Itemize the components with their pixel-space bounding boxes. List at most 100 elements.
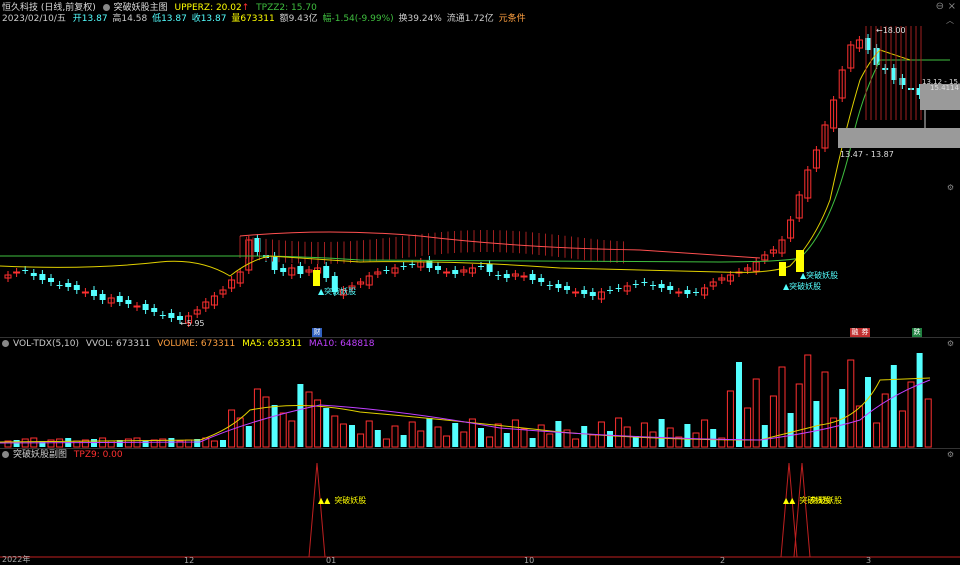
signal-spike [780, 462, 798, 558]
candle-body [564, 286, 570, 290]
volume-bar [736, 362, 742, 447]
volume-bar [279, 412, 287, 448]
volume-bar [13, 440, 20, 447]
candle-body [658, 284, 665, 288]
volume-bar [581, 426, 588, 447]
volume-bar [744, 407, 752, 448]
candle-body [65, 283, 72, 287]
volume-bar [537, 424, 545, 448]
volume-bar [752, 378, 760, 448]
volume-bar [907, 381, 915, 448]
volume-bar [916, 353, 923, 447]
volume-bar [271, 405, 278, 447]
candle-body [555, 284, 562, 288]
volume-bar [288, 420, 296, 448]
signal-block [313, 270, 320, 286]
ma-green-line [0, 59, 950, 263]
volume-bar [365, 420, 373, 448]
signal-label: ▲突破妖股 [783, 282, 822, 291]
volume-bar [615, 417, 623, 448]
volume-bar [400, 435, 407, 447]
candle-body [133, 305, 141, 308]
volume-bar [649, 431, 657, 448]
volume-bar [847, 359, 855, 448]
x-axis-label: 3 [866, 556, 872, 565]
volume-bar [701, 419, 709, 448]
candle-body [142, 304, 149, 310]
volume-bar [726, 390, 734, 448]
volume-bar [478, 428, 484, 447]
candle-body [607, 290, 613, 291]
volume-bar [443, 435, 451, 448]
volume-bar [658, 419, 665, 447]
sub-signal-label: ▲▲ 突破妖股 [318, 496, 367, 505]
volume-bar [529, 438, 536, 447]
low-price-label: ←5.95 [180, 319, 205, 328]
volume-bar [589, 434, 597, 448]
candle-body [151, 308, 158, 312]
candle-body [409, 264, 416, 265]
candle-body [400, 266, 407, 267]
volume-bar [769, 395, 777, 448]
candle-body [13, 271, 21, 274]
volume-bar [813, 401, 820, 447]
range-bottom-label: 13.47 - 13.87 [840, 150, 894, 159]
candle-body [73, 285, 80, 290]
volume-bar [640, 422, 648, 448]
volume-bar [150, 439, 158, 448]
volume-bar [236, 417, 244, 448]
candle-body [323, 266, 330, 278]
volume-bar [555, 421, 562, 447]
candle-body [383, 270, 390, 271]
candle-body [56, 285, 63, 286]
sub-signal-label: 突破妖股 [810, 496, 842, 505]
volume-bar [692, 432, 700, 448]
candle-body [632, 284, 639, 285]
candle-body [495, 275, 502, 276]
volume-bar [761, 425, 768, 447]
volume-bar [357, 433, 365, 448]
volume-bar [452, 423, 459, 447]
candle-body [159, 315, 166, 316]
volume-bar [339, 423, 347, 448]
candle-body [435, 266, 441, 270]
candle-body [641, 282, 648, 283]
range-top-tag: 14 [950, 84, 959, 92]
x-axis-label: 10 [524, 556, 535, 565]
candle-body [91, 290, 97, 296]
volume-bar [572, 438, 580, 448]
volume-bar [426, 418, 433, 447]
candle-body [572, 291, 580, 294]
margin-badge[interactable]: 融 [850, 328, 860, 337]
volume-bar [607, 431, 613, 447]
signal-spike [793, 462, 811, 558]
candle-body [30, 273, 37, 276]
candle-body [443, 271, 451, 274]
volume-bar [511, 419, 519, 448]
limit-down-badge[interactable]: 跌 [912, 328, 922, 337]
candle-body [529, 274, 536, 280]
volume-bar [684, 424, 691, 447]
candle-body [546, 285, 553, 286]
candle-body [675, 291, 683, 294]
x-axis-label: 2 [720, 556, 726, 565]
candle-body [615, 288, 622, 289]
candle-body [426, 260, 433, 268]
margin-badge[interactable]: 券 [860, 328, 870, 337]
range-box [838, 128, 960, 148]
candle-body [81, 291, 89, 294]
signal-label: ▲突破妖股 [318, 287, 357, 296]
volume-bar [210, 440, 218, 448]
volume-bar [245, 426, 252, 447]
volume-bar [107, 440, 115, 448]
candle-body [99, 294, 106, 300]
signal-block [796, 250, 804, 272]
candle-body [168, 313, 175, 318]
volume-bar [349, 425, 355, 447]
finance-badge[interactable]: 财 [312, 328, 322, 337]
candle-body [589, 292, 596, 296]
volume-bar [391, 425, 399, 448]
candle-body [125, 300, 132, 304]
candle-body [22, 270, 29, 271]
volume-bar [434, 426, 442, 448]
